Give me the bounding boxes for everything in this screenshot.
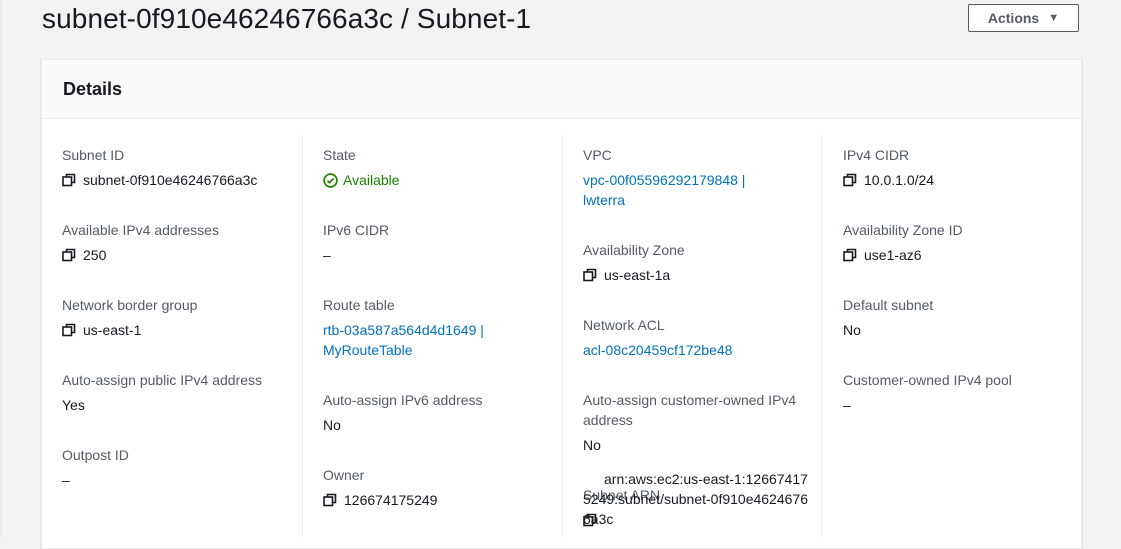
outpost-id-value: – (62, 472, 70, 488)
field-auto-assign-public-ipv4: Auto-assign public IPv4 address Yes (62, 360, 302, 415)
field-state: State Available (323, 135, 563, 190)
field-value: Yes (62, 395, 302, 415)
field-label: Auto-assign IPv6 address (323, 392, 483, 408)
copy-icon[interactable] (843, 173, 857, 187)
copy-icon[interactable] (62, 173, 76, 187)
field-value: us-east-1 (62, 320, 302, 340)
field-label: IPv4 CIDR (843, 147, 910, 163)
copy-icon[interactable] (583, 268, 597, 282)
field-value: us-east-1a (583, 265, 823, 285)
ipv6-cidr-value: – (323, 247, 331, 263)
default-subnet-value: No (843, 322, 861, 338)
field-label: Network border group (62, 297, 198, 313)
field-value: – (62, 470, 302, 490)
field-label: Available IPv4 addresses (62, 222, 219, 238)
auto-assign-public-ipv4-value: Yes (62, 397, 85, 413)
field-value: No (843, 320, 1083, 340)
customer-owned-ipv4-pool-value: – (843, 397, 851, 413)
field-value: rtb-03a587a564d4d1649 | MyRouteTable (323, 320, 563, 360)
field-label: IPv6 CIDR (323, 222, 390, 238)
field-value: Available (323, 170, 563, 190)
details-column-4: IPv4 CIDR 10.0.1.0/24 Availability Zone … (843, 135, 1083, 435)
field-label: Availability Zone ID (843, 222, 963, 238)
field-label: Default subnet (843, 297, 934, 313)
field-customer-owned-ipv4-pool: Customer-owned IPv4 pool – (843, 360, 1083, 415)
panel-header: Details (42, 60, 1081, 119)
field-value: use1-az6 (843, 245, 1083, 265)
field-value: No (583, 435, 823, 455)
subnet-id-value: subnet-0f910e46246766a3c (83, 172, 258, 188)
field-available-ipv4: Available IPv4 addresses 250 (62, 210, 302, 265)
field-label: VPC (583, 147, 612, 163)
field-label: Outpost ID (62, 447, 129, 463)
route-table-link[interactable]: rtb-03a587a564d4d1649 | MyRouteTable (323, 320, 513, 360)
network-border-group-value: us-east-1 (83, 322, 142, 338)
field-label: Route table (323, 297, 395, 313)
network-acl-link[interactable]: acl-08c20459cf172be48 (583, 340, 732, 360)
copy-icon[interactable] (62, 323, 76, 337)
field-label: Owner (323, 467, 365, 483)
page-title: subnet-0f910e46246766a3c / Subnet-1 (42, 3, 532, 34)
actions-button[interactable]: Actions ▼ (968, 4, 1079, 32)
field-value: – (843, 395, 1083, 415)
available-ipv4-value: 250 (83, 247, 107, 263)
field-value: 250 (62, 245, 302, 265)
left-edge (0, 0, 2, 537)
status-positive-icon (323, 173, 338, 188)
copy-icon[interactable] (62, 248, 76, 262)
field-ipv6-cidr: IPv6 CIDR – (323, 210, 563, 265)
caret-down-icon: ▼ (1048, 12, 1060, 24)
panel-title: Details (63, 78, 123, 99)
field-ipv4-cidr: IPv4 CIDR 10.0.1.0/24 (843, 135, 1083, 190)
field-label: Availability Zone (583, 242, 685, 258)
field-availability-zone: Availability Zone us-east-1a (583, 230, 823, 285)
details-column-2: State Available IPv6 CIDR – Route table … (323, 135, 563, 530)
field-label: Auto-assign customer-owned IPv4 address (583, 392, 797, 428)
state-value: Available (343, 172, 400, 188)
ipv4-cidr-value: 10.0.1.0/24 (864, 172, 935, 188)
field-outpost-id: Outpost ID – (62, 435, 302, 490)
field-label: State (323, 147, 356, 163)
field-label: Network ACL (583, 317, 665, 333)
field-value: acl-08c20459cf172be48 (583, 340, 823, 360)
field-route-table: Route table rtb-03a587a564d4d1649 | MyRo… (323, 285, 563, 360)
details-column-1: Subnet ID subnet-0f910e46246766a3c Avail… (62, 135, 302, 510)
field-default-subnet: Default subnet No (843, 285, 1083, 340)
field-value: – (323, 245, 563, 265)
actions-label: Actions (987, 10, 1040, 26)
availability-zone-value: us-east-1a (604, 267, 671, 283)
auto-assign-customer-ipv4-value: No (583, 437, 601, 453)
field-auto-assign-customer-ipv4: Auto-assign customer-owned IPv4 address … (583, 380, 823, 455)
field-value: No (323, 415, 563, 435)
field-network-border-group: Network border group us-east-1 (62, 285, 302, 340)
field-label: Subnet ID (62, 147, 125, 163)
copy-icon[interactable] (843, 248, 857, 262)
copy-icon[interactable] (323, 493, 337, 507)
field-label: Customer-owned IPv4 pool (843, 372, 1012, 388)
field-network-acl: Network ACL acl-08c20459cf172be48 (583, 305, 823, 360)
column-divider (302, 135, 303, 537)
owner-value: 126674175249 (344, 492, 438, 508)
field-value: 126674175249 (323, 490, 563, 510)
field-vpc: VPC vpc-00f05596292179848 | lwterra (583, 135, 823, 210)
subnet-arn-value: arn:aws:ec2:us-east-1:126674175249:subne… (583, 471, 808, 527)
field-owner: Owner 126674175249 (323, 455, 563, 510)
field-value: subnet-0f910e46246766a3c (62, 170, 302, 190)
vpc-link[interactable]: vpc-00f05596292179848 | lwterra (583, 170, 773, 210)
auto-assign-ipv6-value: No (323, 417, 341, 433)
field-value: 10.0.1.0/24 (843, 170, 1083, 190)
field-subnet-id: Subnet ID subnet-0f910e46246766a3c (62, 135, 302, 190)
field-availability-zone-id: Availability Zone ID use1-az6 (843, 210, 1083, 265)
field-value: vpc-00f05596292179848 | lwterra (583, 170, 823, 210)
availability-zone-id-value: use1-az6 (864, 247, 922, 263)
field-auto-assign-ipv6: Auto-assign IPv6 address No (323, 380, 563, 435)
field-label: Auto-assign public IPv4 address (62, 372, 262, 388)
